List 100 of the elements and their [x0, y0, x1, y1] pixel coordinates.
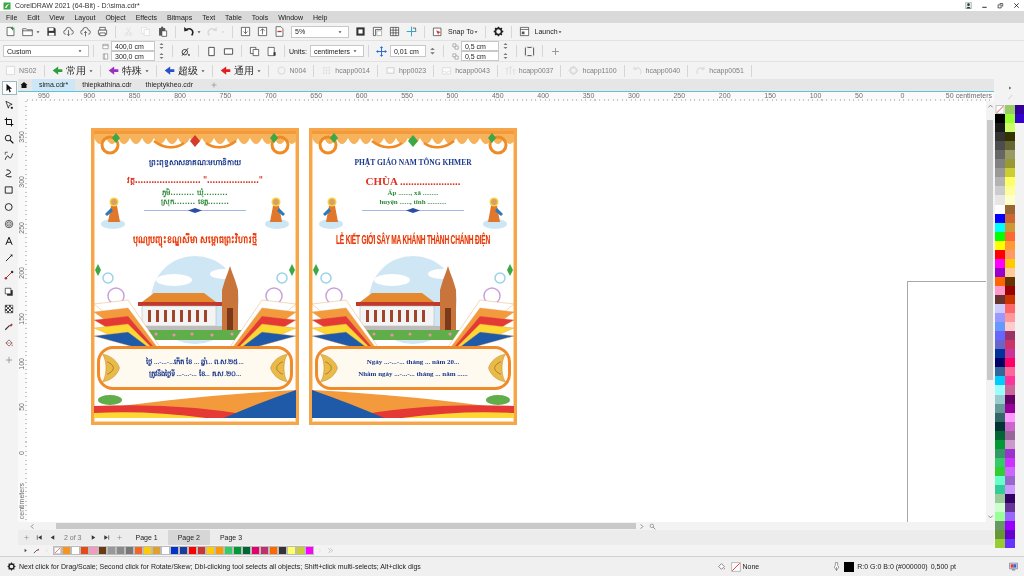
color-swatch[interactable] [1005, 186, 1015, 196]
color-swatch[interactable] [1005, 430, 1015, 440]
close-icon[interactable] [1013, 2, 1020, 9]
color-swatch[interactable] [995, 222, 1005, 232]
full-screen-icon[interactable] [355, 26, 366, 37]
color-swatch[interactable] [995, 340, 1005, 350]
spin-buttons-icon[interactable] [157, 52, 166, 60]
color-swatch[interactable] [1005, 213, 1015, 223]
color-swatch[interactable] [1005, 475, 1015, 485]
color-swatch[interactable] [995, 249, 1005, 259]
color-swatch[interactable] [995, 240, 1005, 250]
color-swatch[interactable] [80, 546, 89, 555]
caret-icon[interactable] [77, 48, 83, 54]
color-swatch[interactable] [125, 546, 134, 555]
next-page-icon[interactable] [89, 534, 97, 541]
toolbar-menu-button[interactable]: 常用 [65, 63, 86, 78]
color-swatch[interactable] [995, 421, 1005, 431]
caret-icon[interactable] [472, 28, 479, 35]
color-swatch[interactable] [197, 546, 206, 555]
caret-icon[interactable] [556, 28, 563, 35]
color-swatch[interactable] [206, 546, 215, 555]
color-swatch[interactable] [1005, 331, 1015, 341]
color-swatch[interactable] [995, 285, 1005, 295]
first-page-icon[interactable] [36, 534, 43, 541]
color-swatch[interactable] [995, 276, 1005, 286]
eyedropper-icon[interactable] [33, 547, 40, 554]
color-swatch[interactable] [1005, 457, 1015, 467]
scroll-left-icon[interactable] [29, 522, 36, 530]
dashed-square-icon[interactable] [523, 45, 535, 57]
guidelines-icon[interactable] [406, 26, 417, 37]
undo-icon[interactable] [183, 26, 194, 37]
color-swatch[interactable] [1005, 105, 1015, 115]
portrait-page-icon[interactable] [206, 45, 217, 57]
color-swatch[interactable] [1005, 539, 1015, 549]
color-swatch[interactable] [995, 295, 1005, 305]
scrollbar-thumb[interactable] [56, 523, 636, 529]
color-swatch[interactable] [995, 385, 1005, 395]
color-swatch[interactable] [1005, 403, 1015, 413]
color-swatch[interactable] [995, 484, 1005, 494]
color-swatch[interactable] [170, 546, 179, 555]
new-document-icon[interactable] [5, 26, 16, 37]
previous-page-icon[interactable] [49, 534, 56, 541]
left-arrow-icon[interactable] [163, 65, 175, 76]
color-swatch[interactable] [116, 546, 125, 555]
color-swatch[interactable] [1005, 132, 1015, 142]
color-swatch[interactable] [98, 546, 107, 555]
snap-icon[interactable] [432, 26, 443, 37]
home-icon[interactable] [20, 81, 28, 89]
caret-icon[interactable] [337, 28, 343, 35]
zoom-icon[interactable] [649, 522, 656, 530]
caret-right-icon[interactable] [1006, 84, 1013, 91]
color-swatch[interactable] [995, 439, 1005, 449]
selected-tool-button[interactable] [1, 81, 17, 95]
plus-icon[interactable] [115, 534, 123, 541]
toolbar-menu-button[interactable]: 特殊 [121, 63, 142, 78]
left-arrow-icon[interactable] [219, 65, 231, 76]
window-icon[interactable] [518, 26, 530, 37]
color-swatch[interactable] [1005, 195, 1015, 205]
color-swatch[interactable] [995, 114, 1005, 124]
color-swatch[interactable] [1005, 258, 1015, 268]
color-swatch[interactable] [1005, 114, 1015, 124]
double-chevron-icon[interactable] [327, 547, 334, 554]
caret-icon[interactable] [196, 28, 202, 35]
landscape-page-icon[interactable] [223, 45, 234, 57]
color-swatch[interactable] [995, 430, 1005, 440]
color-swatch[interactable] [1005, 503, 1015, 513]
color-swatch[interactable] [71, 546, 80, 555]
color-swatch[interactable] [1015, 105, 1024, 115]
color-swatch[interactable] [995, 331, 1005, 341]
color-swatch[interactable] [305, 546, 314, 555]
color-swatch[interactable] [1005, 421, 1015, 431]
color-swatch[interactable] [251, 546, 260, 555]
monitor-icon[interactable] [1009, 562, 1018, 571]
color-swatch[interactable] [1005, 394, 1015, 404]
color-swatch[interactable] [1005, 367, 1015, 377]
color-swatch[interactable] [152, 546, 161, 555]
color-swatch[interactable] [995, 503, 1005, 513]
color-swatch[interactable] [995, 132, 1005, 142]
scroll-down-icon[interactable] [986, 513, 994, 520]
rulers-icon[interactable] [372, 26, 383, 37]
color-swatch[interactable] [1005, 340, 1015, 350]
color-swatch[interactable] [1005, 530, 1015, 540]
color-swatch[interactable] [1005, 349, 1015, 359]
caret-icon[interactable] [87, 67, 94, 74]
cloud-upload-icon[interactable] [80, 26, 91, 37]
color-swatch[interactable] [1005, 358, 1015, 368]
color-swatch[interactable] [1005, 295, 1015, 305]
scroll-right-icon[interactable] [638, 522, 645, 530]
color-swatch[interactable] [1005, 285, 1015, 295]
color-swatch[interactable] [1015, 114, 1024, 124]
caret-icon[interactable] [351, 48, 358, 54]
color-swatch[interactable] [995, 539, 1005, 549]
color-swatch[interactable] [1005, 313, 1015, 323]
color-swatch[interactable] [1005, 123, 1015, 133]
ring-icon[interactable] [275, 65, 287, 76]
color-swatch[interactable] [995, 159, 1005, 169]
color-swatch[interactable] [995, 494, 1005, 504]
scroll-up-icon[interactable] [986, 103, 994, 110]
color-swatch[interactable] [995, 313, 1005, 323]
color-swatch[interactable] [1005, 484, 1015, 494]
